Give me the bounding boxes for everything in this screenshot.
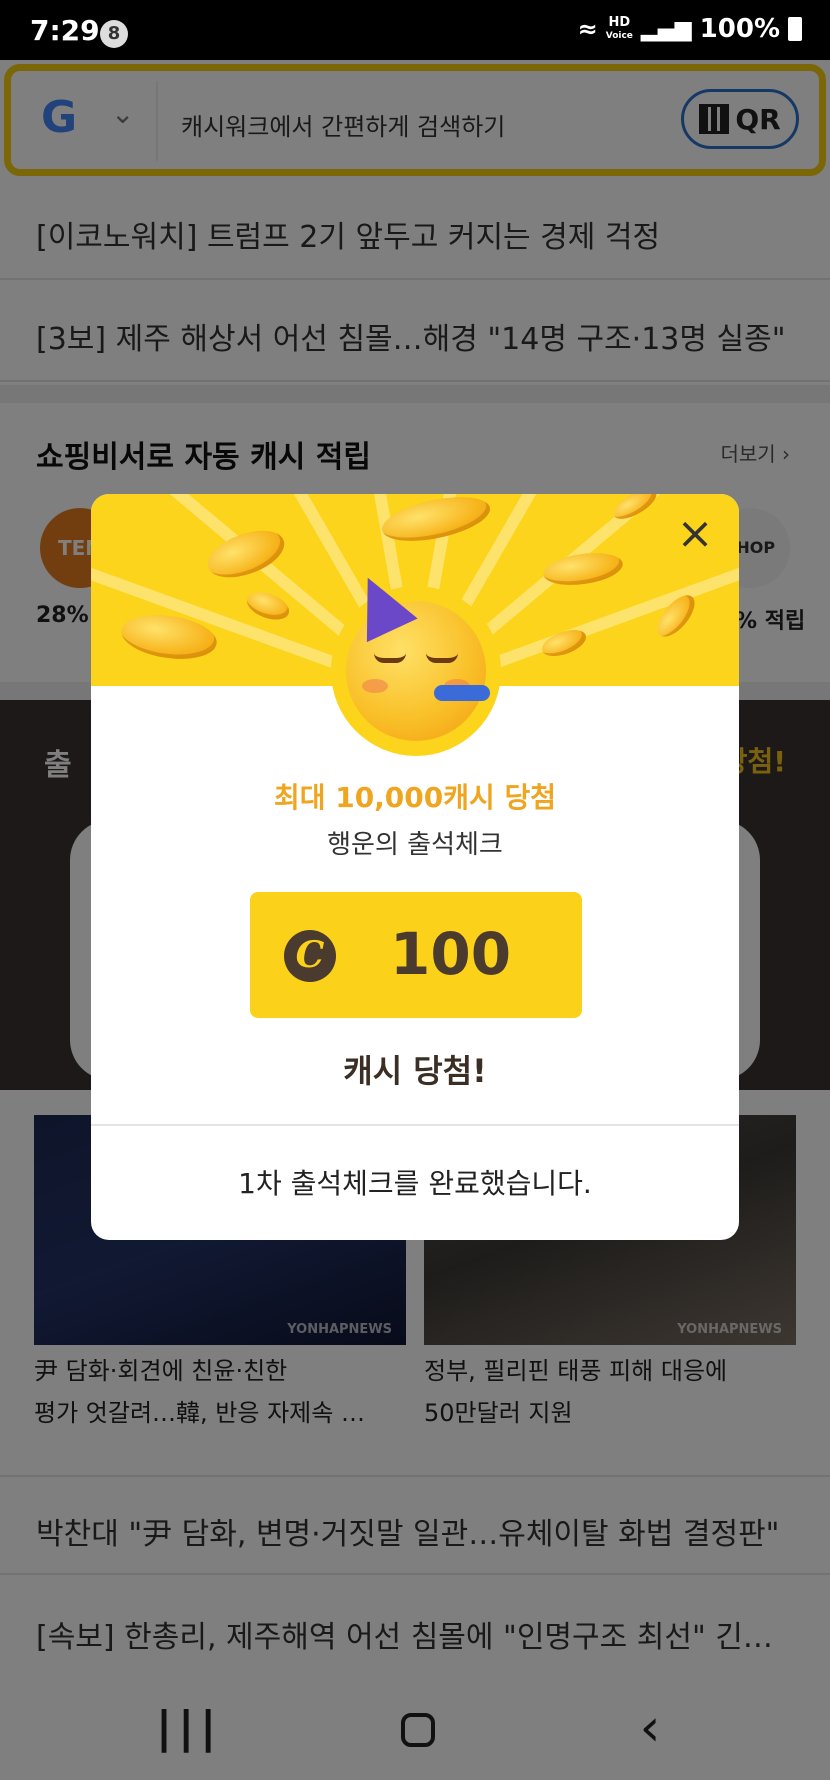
- prize-headline: 최대 10,000캐시 당첨: [273, 781, 557, 814]
- home-icon: [401, 1713, 435, 1747]
- recent-apps-button[interactable]: |||: [156, 1702, 216, 1754]
- popup-divider: [91, 1124, 739, 1126]
- status-icons: ≈ HD Voice ▂▄▆ 100%: [578, 14, 802, 44]
- coin-icon: [243, 587, 293, 625]
- coin-icon: [538, 624, 590, 662]
- close-button[interactable]: ×: [673, 512, 717, 558]
- status-bar: 7:29 8 ≈ HD Voice ▂▄▆ 100%: [0, 0, 830, 60]
- prize-amount-box: C 100: [250, 892, 582, 1018]
- prize-amount: 100: [390, 920, 512, 988]
- battery-icon: [788, 17, 802, 41]
- signal-icon: ▂▄▆: [640, 16, 692, 42]
- prize-subtitle: 행운의 출석체크: [327, 830, 503, 860]
- clock: 7:29: [30, 14, 100, 47]
- party-emoji-icon: [331, 565, 501, 756]
- cash-coin-icon: C: [284, 930, 336, 982]
- attendance-result-popup: × 최대 10,000캐시 당첨 행운의 출석체크 C 100 캐시 당첨! 1…: [91, 494, 739, 1240]
- battery-level: 100%: [699, 14, 780, 44]
- party-face: [342, 565, 490, 741]
- notification-count-badge: 8: [100, 20, 128, 48]
- emoji-blush: [362, 679, 388, 693]
- party-horn: [434, 685, 490, 701]
- completion-message: 1차 출석체크를 완료했습니다.: [238, 1167, 592, 1200]
- back-button[interactable]: ‹: [620, 1702, 680, 1754]
- emoji-eye: [374, 653, 406, 663]
- system-navigation-bar: ||| ‹: [0, 1678, 830, 1780]
- wifi-icon: ≈: [577, 15, 598, 43]
- prize-result: 캐시 당첨!: [343, 1052, 487, 1090]
- hd-voice-icon: HD Voice: [605, 14, 633, 41]
- home-button[interactable]: [388, 1702, 448, 1754]
- emoji-eye: [426, 653, 458, 663]
